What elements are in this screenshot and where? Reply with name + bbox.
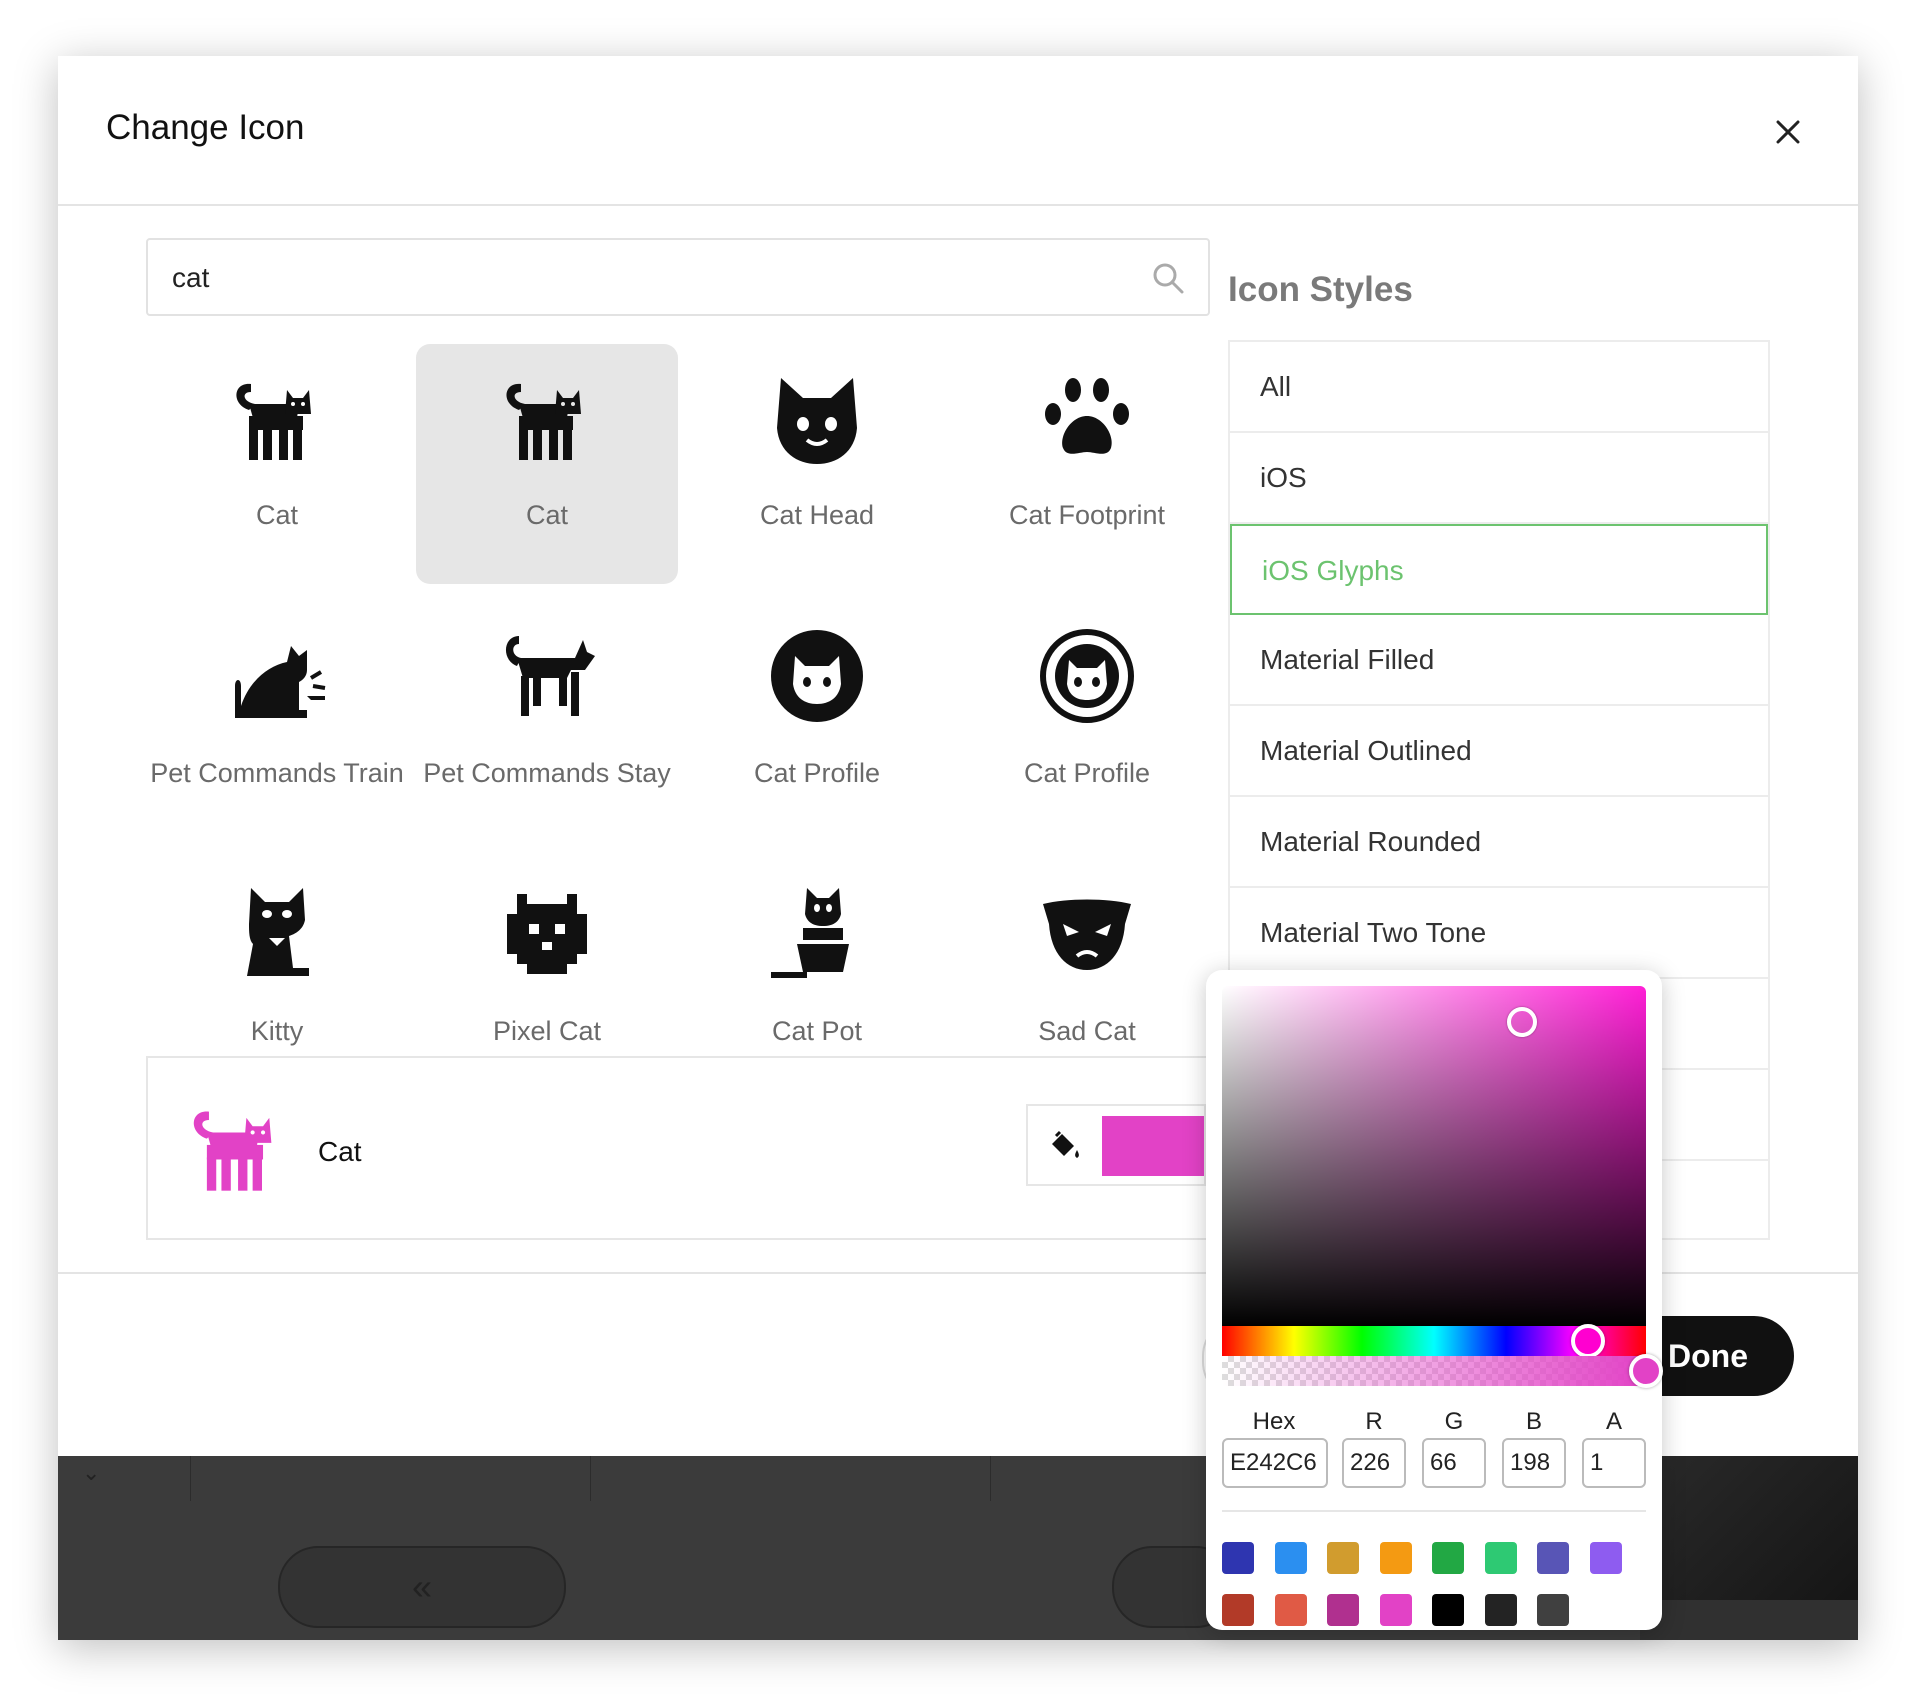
preset-color-swatch[interactable] (1379, 1594, 1412, 1626)
preset-color-swatch[interactable] (1537, 1594, 1569, 1626)
g-label: G (1444, 1408, 1464, 1435)
sad-cat-icon (1043, 899, 1131, 970)
preview-icon-name: Cat (318, 1136, 362, 1167)
style-item-material-outlined[interactable]: Material Outlined (1230, 706, 1768, 797)
icon-tile[interactable]: Cat Profile (686, 602, 948, 842)
icon-tile[interactable]: Pet Commands Train (146, 602, 408, 842)
preset-color-swatch[interactable] (1327, 1594, 1359, 1626)
paint-bucket-icon (1052, 1130, 1079, 1158)
icon-label: Pet Commands Train (150, 758, 404, 788)
icon-tile[interactable]: Cat (146, 344, 408, 584)
b-label: B (1525, 1408, 1542, 1435)
preset-color-swatch[interactable] (1222, 1594, 1254, 1626)
close-button[interactable] (1768, 112, 1808, 152)
icon-tile[interactable]: Kitty (146, 860, 408, 1058)
pet-commands-train-icon (235, 646, 326, 718)
icon-label: Cat Pot (771, 1016, 863, 1046)
close-icon (1776, 120, 1800, 144)
icon-tile[interactable]: Cat Profile (956, 602, 1218, 842)
hue-slider-handle[interactable] (1571, 1324, 1606, 1358)
g-input[interactable] (1422, 1438, 1486, 1488)
b-input[interactable] (1502, 1438, 1566, 1488)
cat-profile-icon (771, 630, 863, 722)
style-item-all[interactable]: All (1230, 342, 1768, 433)
alpha-slider[interactable] (1222, 1354, 1663, 1388)
hue-slider[interactable] (1222, 1324, 1646, 1358)
cat-profile-outline-icon (1040, 629, 1134, 723)
search-box (146, 238, 1210, 316)
selected-icon-preview: Cat (146, 1056, 1266, 1240)
preset-color-swatch[interactable] (1537, 1542, 1569, 1574)
style-item-ios-glyphs[interactable]: iOS Glyphs (1230, 524, 1768, 615)
preset-color-swatch[interactable] (1274, 1594, 1307, 1626)
style-item-material-two-tone[interactable]: Material Two Tone (1230, 888, 1768, 979)
icon-tile[interactable]: Sad Cat (956, 860, 1218, 1058)
cat-icon (193, 1111, 272, 1191)
preset-color-swatch[interactable] (1379, 1542, 1412, 1574)
saturation-area[interactable] (1222, 986, 1646, 1326)
alpha-slider-handle[interactable] (1629, 1354, 1663, 1388)
icon-label: Cat Footprint (1008, 500, 1166, 530)
icon-results-grid: Cat Cat Cat Head Cat Footprint Pet Comma… (146, 344, 1226, 1058)
search-icon[interactable] (1150, 260, 1186, 296)
icon-label: Kitty (250, 1016, 304, 1046)
cat-icon (236, 383, 311, 460)
cat-footprint-icon (1045, 378, 1129, 454)
icon-tile-selected[interactable]: Cat (416, 344, 678, 584)
preset-color-swatch[interactable] (1484, 1594, 1517, 1626)
dialog-header: Change Icon (58, 56, 1858, 206)
preset-color-swatch[interactable] (1432, 1542, 1464, 1574)
icon-label: Cat Head (759, 500, 875, 530)
pet-commands-stay-icon (505, 636, 595, 716)
preset-color-swatch[interactable] (1589, 1542, 1622, 1574)
preset-color-swatch[interactable] (1327, 1542, 1359, 1574)
style-item-material-filled[interactable]: Material Filled (1230, 615, 1768, 706)
color-picker-popover: Hex R G B A (1206, 970, 1663, 1630)
kitty-icon (247, 888, 309, 976)
background-image (1640, 1456, 1858, 1606)
icon-tile[interactable]: Cat Head (686, 344, 948, 584)
a-input[interactable] (1582, 1438, 1646, 1488)
preset-color-swatch[interactable] (1274, 1542, 1307, 1574)
preset-color-swatch[interactable] (1222, 1542, 1254, 1574)
style-item-ios[interactable]: iOS (1230, 433, 1768, 524)
icon-label: Cat (525, 500, 569, 530)
style-item-material-rounded[interactable]: Material Rounded (1230, 797, 1768, 888)
cat-head-icon (777, 378, 857, 464)
r-input[interactable] (1342, 1438, 1406, 1488)
icon-label: Pixel Cat (492, 1016, 602, 1046)
cat-icon (506, 383, 581, 460)
icon-tile[interactable]: Cat Pot (686, 860, 948, 1058)
saturation-handle[interactable] (1507, 1007, 1537, 1037)
hex-input[interactable] (1222, 1438, 1328, 1488)
preset-color-swatch[interactable] (1484, 1542, 1517, 1574)
background-toolbar (1640, 1600, 1858, 1640)
pixel-cat-icon (507, 894, 587, 974)
cat-pot-icon (771, 888, 849, 978)
icon-label: Cat Profile (1023, 758, 1151, 788)
a-label: A (1605, 1408, 1622, 1435)
icon-tile[interactable]: Cat Footprint (956, 344, 1218, 584)
icon-label: Cat (255, 500, 299, 530)
r-label: R (1365, 1408, 1383, 1435)
preset-color-swatch[interactable] (1432, 1594, 1464, 1626)
icon-label: Sad Cat (1038, 1016, 1136, 1046)
picker-divider (1222, 1510, 1646, 1512)
icon-styles-heading: Icon Styles (1228, 270, 1413, 309)
color-swatch[interactable] (1102, 1116, 1204, 1176)
color-picker-toggle[interactable] (1026, 1104, 1206, 1186)
hex-label: Hex (1252, 1408, 1296, 1435)
icon-tile[interactable]: Pixel Cat (416, 860, 678, 1058)
dialog-title: Change Icon (106, 108, 305, 147)
icon-label: Cat Profile (753, 758, 881, 788)
icon-label: Pet Commands Stay (423, 758, 671, 788)
chevron-down-icon: ⌄ (82, 1460, 101, 1485)
previous-page-button[interactable]: « (278, 1546, 566, 1628)
icon-tile[interactable]: Pet Commands Stay (416, 602, 678, 842)
search-input[interactable] (172, 256, 1112, 300)
